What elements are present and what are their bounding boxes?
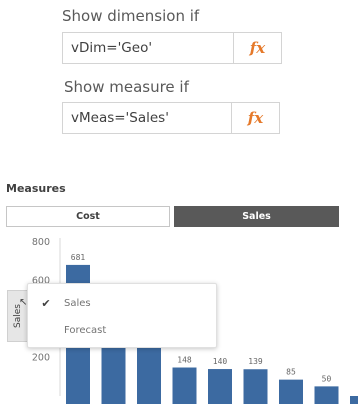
bar-value-label: 50 (322, 374, 332, 383)
y-axis-label-button[interactable]: ↖ Sales (7, 290, 29, 342)
measure-expression-field[interactable]: vMeas='Sales' fx (62, 102, 280, 134)
show-dimension-label: Show dimension if (62, 7, 200, 25)
checkmark-icon: ✔ (41, 296, 51, 310)
bar[interactable] (172, 367, 197, 404)
popup-item-label: Forecast (64, 324, 107, 336)
measures-heading: Measures (6, 182, 66, 195)
bar-value-label: 140 (213, 357, 228, 366)
y-tick-label: 200 (32, 353, 50, 364)
dimension-expression-text[interactable]: vDim='Geo' (63, 33, 233, 63)
bar[interactable] (314, 386, 339, 404)
y-axis-label[interactable]: Sales (13, 304, 23, 328)
fx-icon[interactable]: fx (233, 33, 281, 63)
bar-value-label: 681 (71, 253, 86, 262)
popup-item-forecast[interactable]: Forecast (28, 318, 216, 342)
popup-item-sales[interactable]: ✔ Sales (28, 291, 216, 315)
popup-item-label: Sales (64, 297, 91, 309)
dimension-expression-field[interactable]: vDim='Geo' fx (62, 32, 282, 64)
bar[interactable] (279, 379, 303, 404)
y-tick-label: 800 (32, 237, 50, 248)
sales-button[interactable]: Sales (174, 206, 339, 227)
bar[interactable] (243, 369, 268, 404)
bar-value-label: 148 (177, 356, 192, 365)
measure-popup-menu: ✔ Sales Forecast (27, 283, 217, 348)
bar-value-label: 139 (248, 357, 263, 366)
cost-button[interactable]: Cost (6, 206, 170, 227)
show-measure-label: Show measure if (64, 78, 189, 96)
bar[interactable] (208, 369, 232, 404)
bar[interactable] (350, 396, 358, 404)
fx-icon[interactable]: fx (231, 103, 279, 133)
bar-value-label: 85 (286, 368, 296, 377)
measure-expression-text[interactable]: vMeas='Sales' (63, 103, 231, 133)
